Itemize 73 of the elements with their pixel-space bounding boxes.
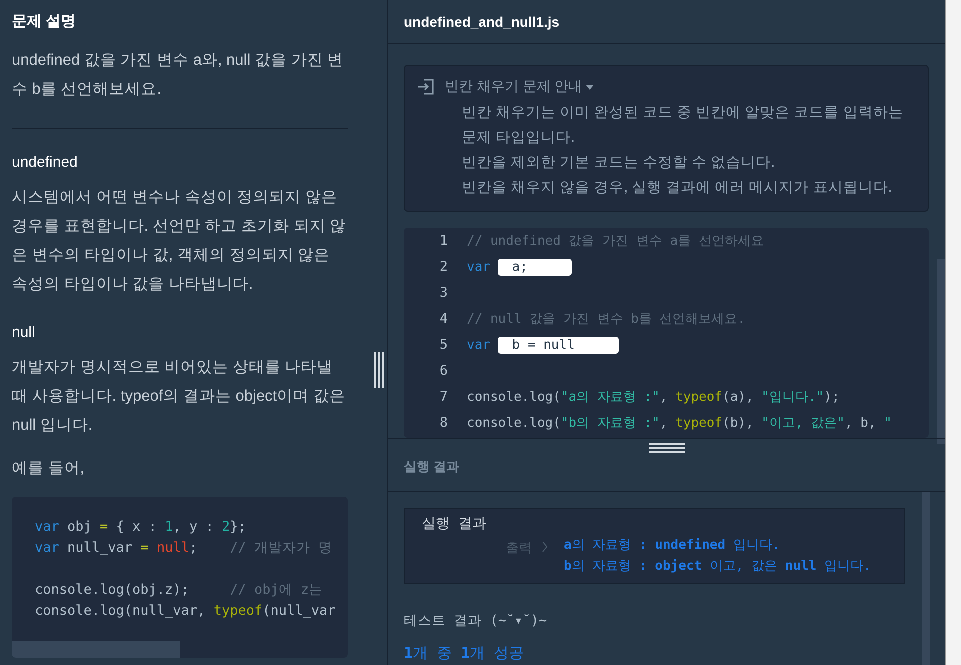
code-token: // null 값을 가진 변수 b를 선언해보세요. [467, 312, 746, 327]
code-token: , b, [844, 416, 878, 431]
code-token: obj [66, 519, 93, 535]
chevron-icon [542, 541, 548, 553]
code-token: typeof [676, 416, 723, 431]
code-token: " [884, 416, 892, 431]
code-token: null_var [66, 540, 134, 556]
problem-text: undefined 값을 가진 변수 a와, null 값을 가진 변수 b를 선언해보세요. [12, 51, 345, 100]
code-token: console.log( [467, 390, 561, 405]
code-token: typeof [676, 390, 723, 405]
section-heading: undefined [12, 153, 79, 173]
guide-toggle[interactable]: 빈칸 채우기 문제 안내 [445, 78, 594, 96]
code-token: { x : [115, 519, 158, 535]
sign-in-icon [417, 79, 435, 95]
code-token: (b), [722, 416, 755, 431]
blank-input-field[interactable]: a; [498, 258, 572, 276]
resize-handle[interactable] [649, 443, 685, 453]
guide-text: 빈칸을 제외한 기본 코드는 수정할 수 없습니다. [462, 154, 776, 173]
code-token: var [35, 540, 60, 556]
caret-icon [586, 84, 594, 90]
code-token: 1 [165, 519, 174, 535]
line-number: 5 [438, 337, 448, 353]
code-token: "이고, 값은" [762, 416, 845, 431]
code-token: // 개발자가 명 [230, 540, 333, 556]
code-token: typeof [214, 603, 263, 619]
test-summary: 1개 중 1개 성공 [404, 644, 526, 663]
file-name: undefined_and_null1.js [404, 14, 560, 30]
line-number: 1 [438, 233, 448, 249]
line-number: 2 [438, 259, 448, 275]
test-result-title: 테스트 결과 (~˘▾˘)~ [404, 612, 548, 630]
code-token: ; [189, 540, 199, 556]
guide-text: 빈칸을 채우지 않을 경우, 실행 결과에 에러 메시지가 표시됩니다. [462, 179, 894, 198]
code-token: 2 [222, 519, 230, 535]
code-token: console.log(obj.z); [35, 582, 190, 598]
code-token: console.log( [467, 416, 561, 431]
code-token: "a의 자료형 :" [560, 390, 660, 405]
code-token: "b의 자료형 :" [560, 416, 660, 431]
output-line: b의 자료형 : object 이고, 값은 null 입니다. [564, 558, 872, 576]
blank-input-field[interactable]: b = null [498, 336, 619, 354]
line-number: 7 [438, 389, 448, 405]
code-token: "입니다." [762, 390, 824, 405]
section-text: 개발자가 명시적으로 비어있는 상태를 나타낼 때 사용합니다. typeof의 결과는 object이며 값은 null 입니다. [12, 358, 346, 436]
code-token: var [35, 519, 60, 535]
code-token: var [467, 260, 490, 274]
code-token: }; [230, 519, 246, 535]
resize-handle[interactable] [374, 352, 384, 388]
code-token: = [140, 540, 149, 556]
code-token: // obj에 z는 [230, 582, 324, 598]
section-title: 문제 설명 [12, 12, 78, 32]
line-number: 8 [438, 415, 448, 431]
code-token: (null_var [262, 603, 336, 619]
code-token: null [156, 540, 190, 556]
guide-text: 빈칸 채우기는 이미 완성된 코드 중 빈칸에 알맞은 코드를 입력하는 문제 타입입니다. [462, 104, 904, 148]
line-number: 3 [438, 285, 448, 301]
code-token: // undefined 값을 가진 변수 a를 선언하세요 [467, 234, 764, 249]
scrollbar-thumb[interactable] [937, 259, 945, 444]
output-title: 실행 결과 [422, 515, 488, 534]
line-number: 4 [438, 311, 448, 327]
section-heading: null [12, 323, 36, 343]
example-intro: 예를 들어, [12, 459, 86, 479]
section-title: 실행 결과 [404, 458, 460, 476]
code-token: , y : [173, 519, 215, 535]
code-token: = [100, 519, 108, 535]
code-token: console.log(null_var, [35, 603, 207, 619]
code-token: , [660, 390, 669, 405]
code-token: , [660, 416, 669, 431]
code-token: var [467, 338, 490, 352]
section-text: 시스템에서 어떤 변수나 속성이 정의되지 않은 경우를 표현합니다. 선언만 하고 초기화 되지 않은 변수의 타입이나 값, 객체의 정의되지 않은 속성의 타입이나 값을 나타냅니다. [12, 188, 348, 295]
line-number: 6 [438, 363, 448, 379]
code-token: ); [824, 390, 840, 405]
scrollbar-thumb[interactable] [12, 641, 180, 658]
output-line: a의 자료형 : undefined 입니다. [564, 537, 782, 555]
code-token: (a), [722, 390, 755, 405]
